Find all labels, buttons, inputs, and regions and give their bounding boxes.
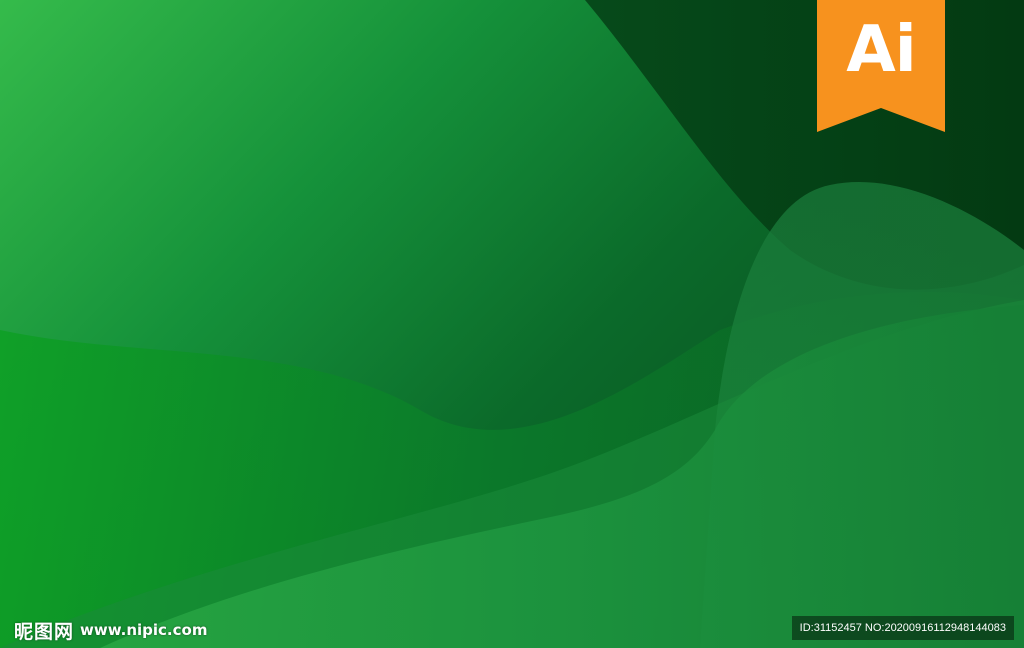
watermark-id-line: ID:31152457 NO:20200916112948144083 — [791, 616, 1014, 640]
watermark-left: 昵图网 www.nipic.com — [14, 617, 207, 643]
badge-label: Ai — [846, 13, 916, 87]
adobe-illustrator-badge: Ai — [817, 0, 945, 132]
background-canvas: Ai 昵图网 www.nipic.com ID:31152457 NO:2020… — [0, 0, 1024, 648]
watermark-site: www.nipic.com — [80, 621, 208, 639]
watermark-brand: 昵图网 — [14, 620, 75, 643]
